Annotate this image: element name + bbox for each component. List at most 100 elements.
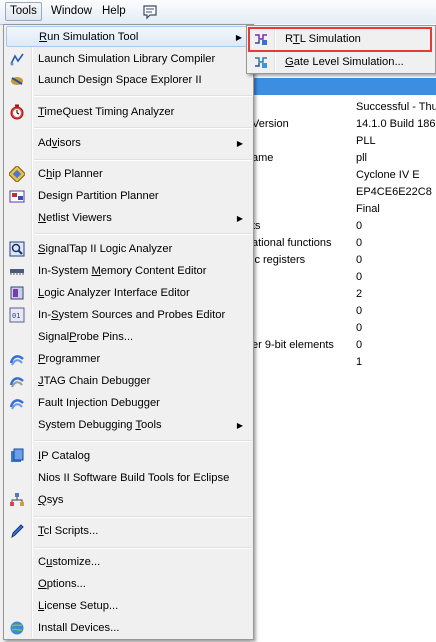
menu-item-options[interactable]: Options... bbox=[6, 574, 251, 595]
report-row-label: Version bbox=[252, 118, 289, 130]
submenu-arrow-icon: ▶ bbox=[236, 214, 243, 223]
menu-item-chip-planner[interactable]: Chip Planner bbox=[6, 164, 251, 185]
report-header-bar bbox=[250, 78, 436, 95]
menu-item-timequest-timing-analyzer[interactable]: TimeQuest Timing Analyzer bbox=[6, 102, 251, 123]
stopwatch-icon bbox=[10, 104, 24, 120]
menu-item-label: Chip Planner bbox=[38, 168, 103, 180]
menu-separator bbox=[34, 233, 252, 235]
menu-item-label: Fault Injection Debugger bbox=[38, 397, 160, 409]
menu-separator bbox=[34, 547, 252, 549]
report-row-value: 0 bbox=[356, 220, 363, 232]
ip-catalog-icon bbox=[11, 448, 24, 462]
menu-bar: Tools Window Help bbox=[0, 0, 436, 25]
menu-item-label: Design Partition Planner bbox=[38, 190, 159, 202]
jtag-debugger-icon bbox=[9, 377, 24, 388]
menu-item-label: SignalTap II Logic Analyzer bbox=[38, 243, 173, 255]
report-row-value: EP4CE6E22C8 bbox=[356, 186, 432, 198]
menu-item-launch-design-space-explorer[interactable]: Launch Design Space Explorer II bbox=[6, 70, 251, 91]
menu-item-ip-catalog[interactable]: IP Catalog bbox=[6, 446, 251, 467]
chip-planner-icon bbox=[9, 166, 25, 182]
menu-item-design-partition-planner[interactable]: Design Partition Planner bbox=[6, 186, 251, 207]
menu-tools[interactable]: Tools bbox=[5, 2, 42, 21]
report-row-value: 0 bbox=[356, 305, 363, 317]
gate-level-simulation-icon bbox=[255, 57, 267, 68]
menu-item-tcl-scripts[interactable]: Tcl Scripts... bbox=[6, 521, 251, 542]
report-row-value: 14.1.0 Build 186 bbox=[356, 118, 436, 130]
menu-separator bbox=[34, 516, 252, 518]
programmer-icon bbox=[9, 355, 24, 366]
menu-item-system-debugging-tools[interactable]: System Debugging Tools ▶ bbox=[6, 415, 251, 436]
qsys-icon bbox=[10, 493, 24, 506]
submenu-item-gate-level-simulation[interactable]: Gate Level Simulation... bbox=[249, 52, 433, 73]
report-row-label: ational functions bbox=[252, 237, 332, 249]
menu-item-label: Programmer bbox=[38, 353, 101, 365]
partition-planner-icon bbox=[9, 190, 25, 203]
menu-item-label: In-System Memory Content Editor bbox=[38, 265, 207, 277]
menu-item-qsys[interactable]: Qsys bbox=[6, 490, 251, 511]
report-row-value: PLL bbox=[356, 135, 376, 147]
menu-item-run-simulation-tool[interactable]: Run Simulation Tool ▶ bbox=[6, 26, 251, 47]
memory-editor-icon bbox=[10, 269, 24, 275]
menu-item-label: SignalProbe Pins... bbox=[38, 331, 134, 343]
menu-item-license-setup[interactable]: License Setup... bbox=[6, 596, 251, 617]
report-row-value: Cyclone IV E bbox=[356, 169, 420, 181]
tcl-pen-icon bbox=[11, 524, 24, 539]
menu-item-launch-simulation-library-compiler[interactable]: Launch Simulation Library Compiler bbox=[6, 49, 251, 70]
menu-item-label: License Setup... bbox=[38, 600, 119, 612]
menu-item-label: Advisors bbox=[38, 137, 81, 149]
menu-help[interactable]: Help bbox=[98, 3, 130, 20]
menu-item-label: Tcl Scripts... bbox=[38, 525, 99, 537]
menu-separator bbox=[34, 127, 252, 129]
submenu-arrow-icon: ▶ bbox=[235, 33, 242, 42]
menu-item-install-devices[interactable]: Install Devices... bbox=[6, 618, 251, 639]
menu-item-customize[interactable]: Customize... bbox=[6, 552, 251, 573]
menu-item-fault-injection-debugger[interactable]: Fault Injection Debugger bbox=[6, 393, 251, 414]
menu-item-in-system-sources-probes-editor[interactable]: 01 In-System Sources and Probes Editor bbox=[6, 305, 251, 326]
menu-window[interactable]: Window bbox=[47, 3, 96, 20]
menu-item-label: Logic Analyzer Interface Editor bbox=[38, 287, 190, 299]
report-row-value: 0 bbox=[356, 237, 363, 249]
menu-item-label: Options... bbox=[38, 578, 86, 590]
rtl-simulation-highlight-box bbox=[248, 27, 432, 52]
menu-separator bbox=[34, 95, 252, 97]
sources-probes-icon: 01 bbox=[9, 307, 25, 323]
menu-item-jtag-chain-debugger[interactable]: JTAG Chain Debugger bbox=[6, 371, 251, 392]
menu-item-label: Gate Level Simulation... bbox=[285, 56, 404, 68]
report-row-value: 0 bbox=[356, 322, 363, 334]
menu-item-advisors[interactable]: Advisors ▶ bbox=[6, 133, 251, 154]
menu-separator bbox=[34, 159, 252, 161]
menu-item-label: System Debugging Tools bbox=[38, 419, 162, 431]
report-row-value: Successful - Thu bbox=[356, 101, 436, 113]
menu-item-signalprobe-pins[interactable]: SignalProbe Pins... bbox=[6, 327, 251, 348]
svg-text:01: 01 bbox=[12, 312, 20, 320]
tools-menu: Run Simulation Tool ▶ Launch Simulation … bbox=[3, 24, 254, 640]
report-row-value: pll bbox=[356, 152, 368, 164]
menu-item-label: Customize... bbox=[38, 556, 101, 568]
menu-item-in-system-memory-content-editor[interactable]: In-System Memory Content Editor bbox=[6, 261, 251, 282]
report-row-value: 2 bbox=[356, 288, 363, 300]
signaltap-icon bbox=[9, 241, 25, 257]
menu-item-signaltap-logic-analyzer[interactable]: SignalTap II Logic Analyzer bbox=[6, 239, 251, 260]
library-compiler-icon bbox=[10, 53, 24, 66]
menu-item-label: JTAG Chain Debugger bbox=[38, 375, 151, 387]
report-row-value: 0 bbox=[356, 339, 363, 351]
menu-item-label: In-System Sources and Probes Editor bbox=[38, 309, 226, 321]
report-row-value: 1 bbox=[356, 356, 363, 368]
annotation-icon[interactable] bbox=[142, 4, 158, 20]
logic-analyzer-interface-icon bbox=[10, 286, 24, 300]
report-row-value: 0 bbox=[356, 271, 363, 283]
menu-item-netlist-viewers[interactable]: Netlist Viewers ▶ bbox=[6, 208, 251, 229]
menu-item-label: Nios II Software Build Tools for Eclipse bbox=[38, 472, 230, 484]
report-row-label: er 9-bit elements bbox=[252, 339, 334, 351]
menu-item-label: Install Devices... bbox=[38, 622, 120, 634]
menu-item-label: TimeQuest Timing Analyzer bbox=[38, 106, 175, 118]
submenu-arrow-icon: ▶ bbox=[236, 421, 243, 430]
menu-item-programmer[interactable]: Programmer bbox=[6, 349, 251, 370]
menu-item-label: Run Simulation Tool bbox=[39, 31, 139, 43]
submenu-arrow-icon: ▶ bbox=[236, 139, 243, 148]
menu-item-logic-analyzer-interface-editor[interactable]: Logic Analyzer Interface Editor bbox=[6, 283, 251, 304]
menu-item-label: Launch Design Space Explorer II bbox=[38, 74, 202, 86]
menu-item-nios-ii-software-build-tools[interactable]: Nios II Software Build Tools for Eclipse bbox=[6, 468, 251, 489]
menu-item-label: Qsys bbox=[38, 494, 64, 506]
dse-icon bbox=[11, 77, 23, 85]
